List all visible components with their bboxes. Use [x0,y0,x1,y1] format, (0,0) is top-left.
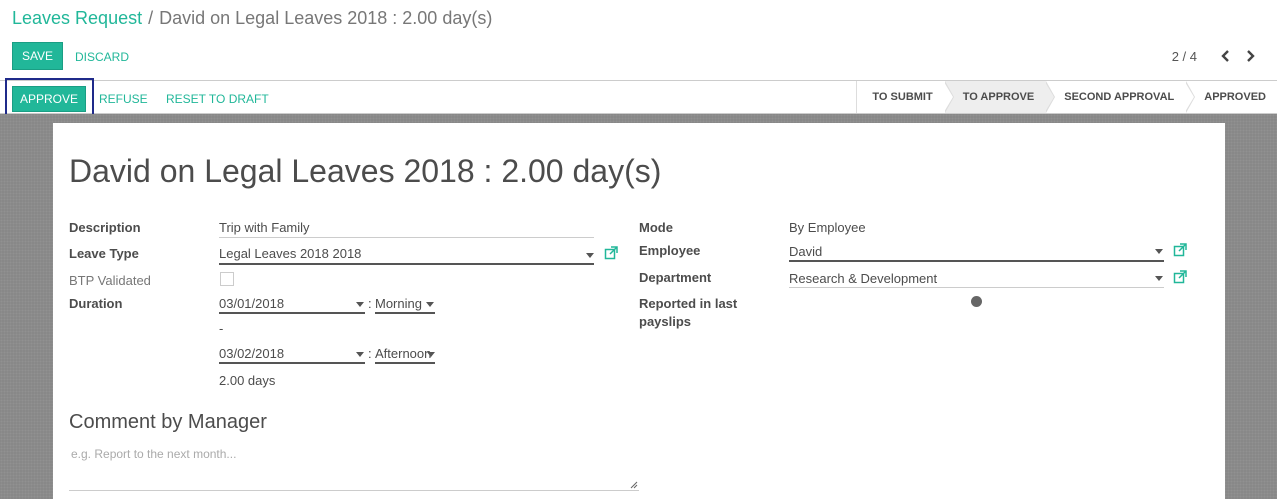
period-to-underline [375,362,435,364]
stage-pipeline: TO SUBMIT TO APPROVE SECOND APPROVAL APP… [856,81,1277,113]
date-to-field[interactable]: 03/02/2018 [219,346,284,361]
stage-label: SECOND APPROVAL [1064,91,1175,103]
approve-button[interactable]: APPROVE [12,86,86,112]
stage-to-submit[interactable]: TO SUBMIT [857,81,954,113]
breadcrumb-separator: / [148,8,154,28]
department-dropdown-icon[interactable] [1155,276,1163,281]
department-external-link-icon[interactable] [1173,270,1187,284]
comment-placeholder: e.g. Report to the next month... [71,447,237,461]
period-to-colon: : [368,346,372,361]
period-from-dropdown-icon[interactable] [426,302,434,307]
stage-approved[interactable]: APPROVED [1186,81,1277,113]
breadcrumb: Leaves Request / David on Legal Leaves 201… [12,8,492,29]
chevron-right-icon[interactable] [1241,47,1259,65]
stage-second-approval[interactable]: SECOND APPROVAL [1046,81,1196,113]
department-field[interactable]: Research & Development [789,271,937,286]
resize-grip-icon[interactable] [630,481,638,489]
description-field[interactable]: Trip with Family [219,220,310,235]
mode-value: By Employee [789,220,866,235]
leave-type-label: Leave Type [69,246,139,261]
statusbar: APPROVE REFUSE RESET TO DRAFT TO SUBMIT … [0,78,1277,118]
period-to-select[interactable]: Afternoon [375,346,433,361]
comment-textarea[interactable]: e.g. Report to the next month... [69,441,639,491]
control-panel: Leaves Request / David on Legal Leaves 201… [0,0,1277,80]
leave-type-external-link-icon[interactable] [604,246,618,260]
period-to-dropdown-icon[interactable] [427,352,435,357]
employee-label: Employee [639,243,701,258]
period-from-underline [375,312,435,314]
save-button[interactable]: SAVE [12,42,63,70]
date-from-underline [219,312,365,314]
pager: 2 / 4 [1172,47,1259,65]
duration-label: Duration [69,296,123,311]
department-underline [789,287,1164,288]
duration-dash: - [219,321,224,336]
date-from-dropdown-icon[interactable] [356,302,364,307]
btp-validated-checkbox[interactable] [220,272,234,286]
date-from-field[interactable]: 03/01/2018 [219,296,284,311]
department-label: Department [639,270,712,285]
refuse-button[interactable]: REFUSE [99,92,148,106]
employee-underline [789,260,1164,262]
stage-label: APPROVED [1204,91,1266,103]
duration-days-value: 2.00 days [219,373,276,388]
date-to-underline [219,362,365,364]
reset-to-draft-button[interactable]: RESET TO DRAFT [166,92,269,106]
stage-arrow-icon [1185,81,1196,113]
btp-validated-label: BTP Validated [69,273,151,288]
stage-arrow-icon [1045,81,1056,113]
description-label: Description [69,220,141,235]
form-title: David on Legal Leaves 2018 : 2.00 day(s) [69,153,662,189]
stage-label: TO SUBMIT [872,91,933,103]
leave-type-field[interactable]: Legal Leaves 2018 2018 [219,246,361,261]
employee-field[interactable]: David [789,244,822,259]
period-from-colon: : [368,296,372,311]
employee-external-link-icon[interactable] [1173,243,1187,257]
stage-label: TO APPROVE [962,91,1035,103]
employee-dropdown-icon[interactable] [1155,249,1163,254]
breadcrumb-parent-link[interactable]: Leaves Request [12,8,142,28]
reported-label-line2: payslips [639,314,692,329]
date-to-dropdown-icon[interactable] [356,352,364,357]
chevron-left-icon[interactable] [1217,47,1235,65]
reported-label-line1: Reported in last [639,296,738,311]
breadcrumb-current: David on Legal Leaves 2018 : 2.00 day(s) [159,8,493,28]
reported-toggle-dot[interactable] [971,296,982,307]
pager-value[interactable]: 2 / 4 [1172,49,1197,64]
stage-arrow-icon [943,81,954,113]
comment-section-title: Comment by Manager [69,411,267,433]
description-underline [219,237,594,238]
discard-button[interactable]: DISCARD [75,50,129,64]
leave-type-underline [219,263,594,265]
stage-to-approve[interactable]: TO APPROVE [944,81,1056,113]
form-sheet: David on Legal Leaves 2018 : 2.00 day(s)… [53,123,1225,499]
period-from-select[interactable]: Morning [375,296,422,311]
leave-type-dropdown-icon[interactable] [586,253,594,258]
mode-label: Mode [639,220,673,235]
